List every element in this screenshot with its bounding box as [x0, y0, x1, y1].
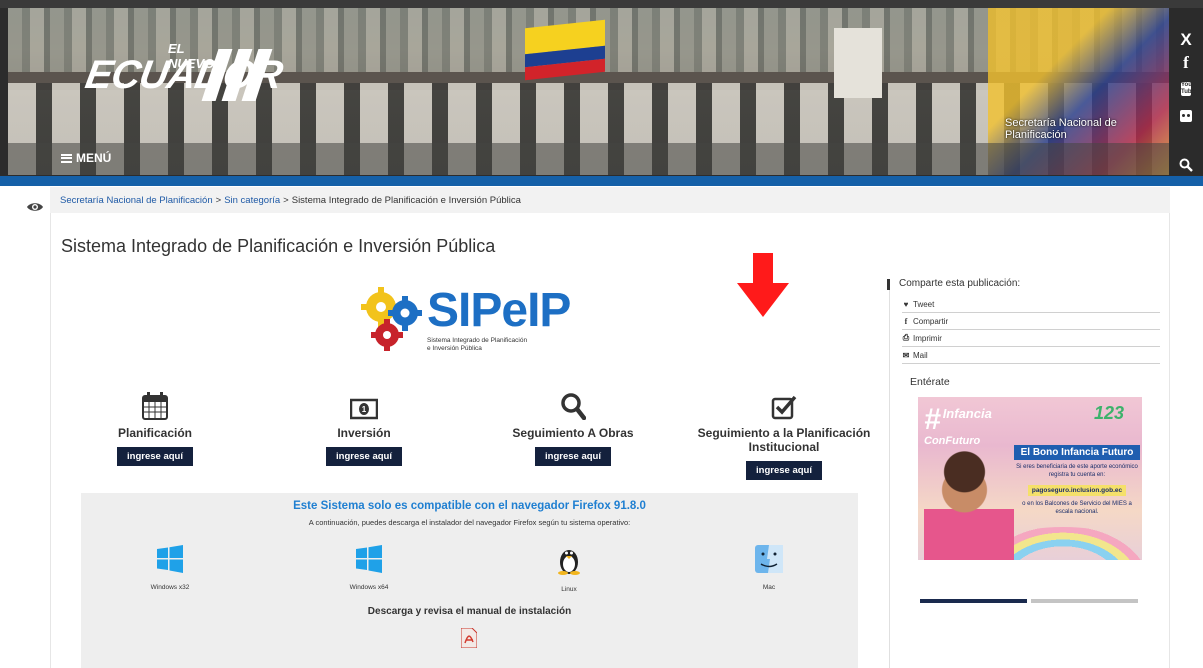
service-seguimiento-planificacion: Seguimiento a la Planificación Instituci… — [689, 388, 879, 480]
menu-strip — [8, 143, 1169, 175]
service-title: Seguimiento a la Planificación Instituci… — [697, 426, 871, 454]
checkbox-icon — [771, 395, 797, 420]
download-linux[interactable]: Linux — [524, 545, 614, 593]
sipeip-name: SIPeIP — [427, 284, 571, 337]
secretaria-label[interactable]: Secretaría Nacional de Planificación — [1005, 117, 1169, 141]
service-title: Inversión — [337, 426, 391, 440]
service-planificacion: Planificación ingrese aquí — [60, 388, 250, 466]
share-compartir[interactable]: f Compartir — [902, 313, 1160, 330]
ecuador-flag — [525, 19, 605, 81]
facebook-icon[interactable]: f — [1169, 53, 1203, 73]
breadcrumb-home[interactable]: Secretaría Nacional de Planificación — [60, 195, 213, 206]
header-blue-bar — [0, 176, 1203, 186]
banner-hashtag: # Infancia ConFuturo — [924, 403, 992, 448]
money-icon: 1 — [350, 398, 378, 420]
share-mail[interactable]: ✉ Mail — [902, 347, 1160, 364]
compat-subtitle: A continuación, puedes descarga el insta… — [308, 518, 631, 527]
search-icon — [561, 393, 586, 420]
share-list: ♥ Tweet f Compartir ⎙ Imprimir ✉ Mail — [902, 296, 1160, 364]
facebook-icon: f — [904, 316, 908, 326]
slider-indicator-active[interactable] — [920, 599, 1027, 603]
girl-image — [924, 447, 1014, 560]
mac-icon — [755, 545, 783, 573]
site-header: EL NUEVO ECUADOR Secretaría Nacional de … — [0, 0, 1203, 186]
menu-button[interactable]: MENÚ — [61, 151, 111, 165]
compat-title: Este Sistema solo es compatible con el n… — [293, 500, 646, 512]
sipeip-logo: SIPeIP Sistema Integrado de Planificació… — [355, 283, 595, 363]
menu-label: MENÚ — [76, 151, 112, 165]
share-tweet[interactable]: ♥ Tweet — [902, 296, 1160, 313]
search-icon[interactable] — [1169, 158, 1203, 172]
eye-icon[interactable] — [26, 200, 44, 214]
ingrese-aqui-inversion-button[interactable]: ingrese aquí — [326, 447, 402, 466]
share-imprimir[interactable]: ⎙ Imprimir — [902, 330, 1160, 347]
bono-infancia-banner[interactable]: # Infancia ConFuturo 123 El Bono Infanci… — [918, 397, 1142, 560]
ingrese-aqui-institucional-button[interactable]: ingrese aquí — [746, 461, 822, 480]
service-seguimiento-obras: Seguimiento A Obras ingrese aquí — [478, 388, 668, 466]
download-windows-x32[interactable]: Windows x32 — [125, 545, 215, 591]
download-windows-x64[interactable]: Windows x64 — [324, 545, 414, 591]
ingrese-aqui-obras-button[interactable]: ingrese aquí — [535, 447, 611, 466]
print-icon: ⎙ — [902, 333, 910, 342]
download-mac[interactable]: Mac — [724, 545, 814, 591]
social-bar: X f You Tube — [1169, 8, 1203, 176]
x-icon[interactable]: X — [1169, 30, 1203, 50]
calendar-icon — [142, 392, 168, 420]
linux-icon — [558, 550, 580, 575]
hamburger-icon — [61, 153, 72, 163]
breadcrumb-current: Sistema Integrado de Planificación e Inv… — [291, 195, 521, 206]
service-inversion: 1 Inversión ingrese aquí — [269, 388, 459, 466]
banner-url: pagoseguro.inclusion.gob.ec — [1027, 485, 1127, 496]
firefox-compat-box: Este Sistema solo es compatible con el n… — [81, 493, 858, 668]
red-arrow-down-icon — [737, 253, 789, 317]
gears-icon — [361, 287, 422, 351]
slider-indicator[interactable] — [1031, 599, 1138, 603]
manual-title: Descarga y revisa el manual de instalaci… — [367, 606, 572, 617]
youtube-icon[interactable]: You Tube — [1169, 82, 1203, 96]
header-top-border — [0, 0, 1203, 8]
flickr-icon[interactable] — [1169, 110, 1203, 122]
banner-digits: 123 — [1094, 403, 1125, 423]
pdf-icon[interactable] — [461, 628, 477, 648]
ingrese-aqui-planificacion-button[interactable]: ingrese aquí — [117, 447, 193, 466]
twitter-icon: ♥ — [903, 299, 909, 309]
banner-heading: El Bono Infancia Futuro — [1014, 445, 1140, 460]
mail-icon: ✉ — [902, 350, 910, 360]
service-title: Seguimiento A Obras — [512, 426, 634, 440]
windows-icon — [157, 545, 183, 573]
breadcrumb: Secretaría Nacional de Planificación > Sin… — [50, 187, 1170, 213]
enterate-heading: Entérate — [910, 376, 950, 388]
share-title: Comparte esta publicación: — [887, 278, 1020, 290]
windows-icon — [356, 545, 382, 573]
service-title: Planificación — [117, 426, 193, 440]
svg-text:1: 1 — [362, 405, 367, 414]
page-title: Sistema Integrado de Planificación e Inv… — [61, 236, 496, 256]
breadcrumb-category[interactable]: Sin categoría — [224, 195, 280, 206]
